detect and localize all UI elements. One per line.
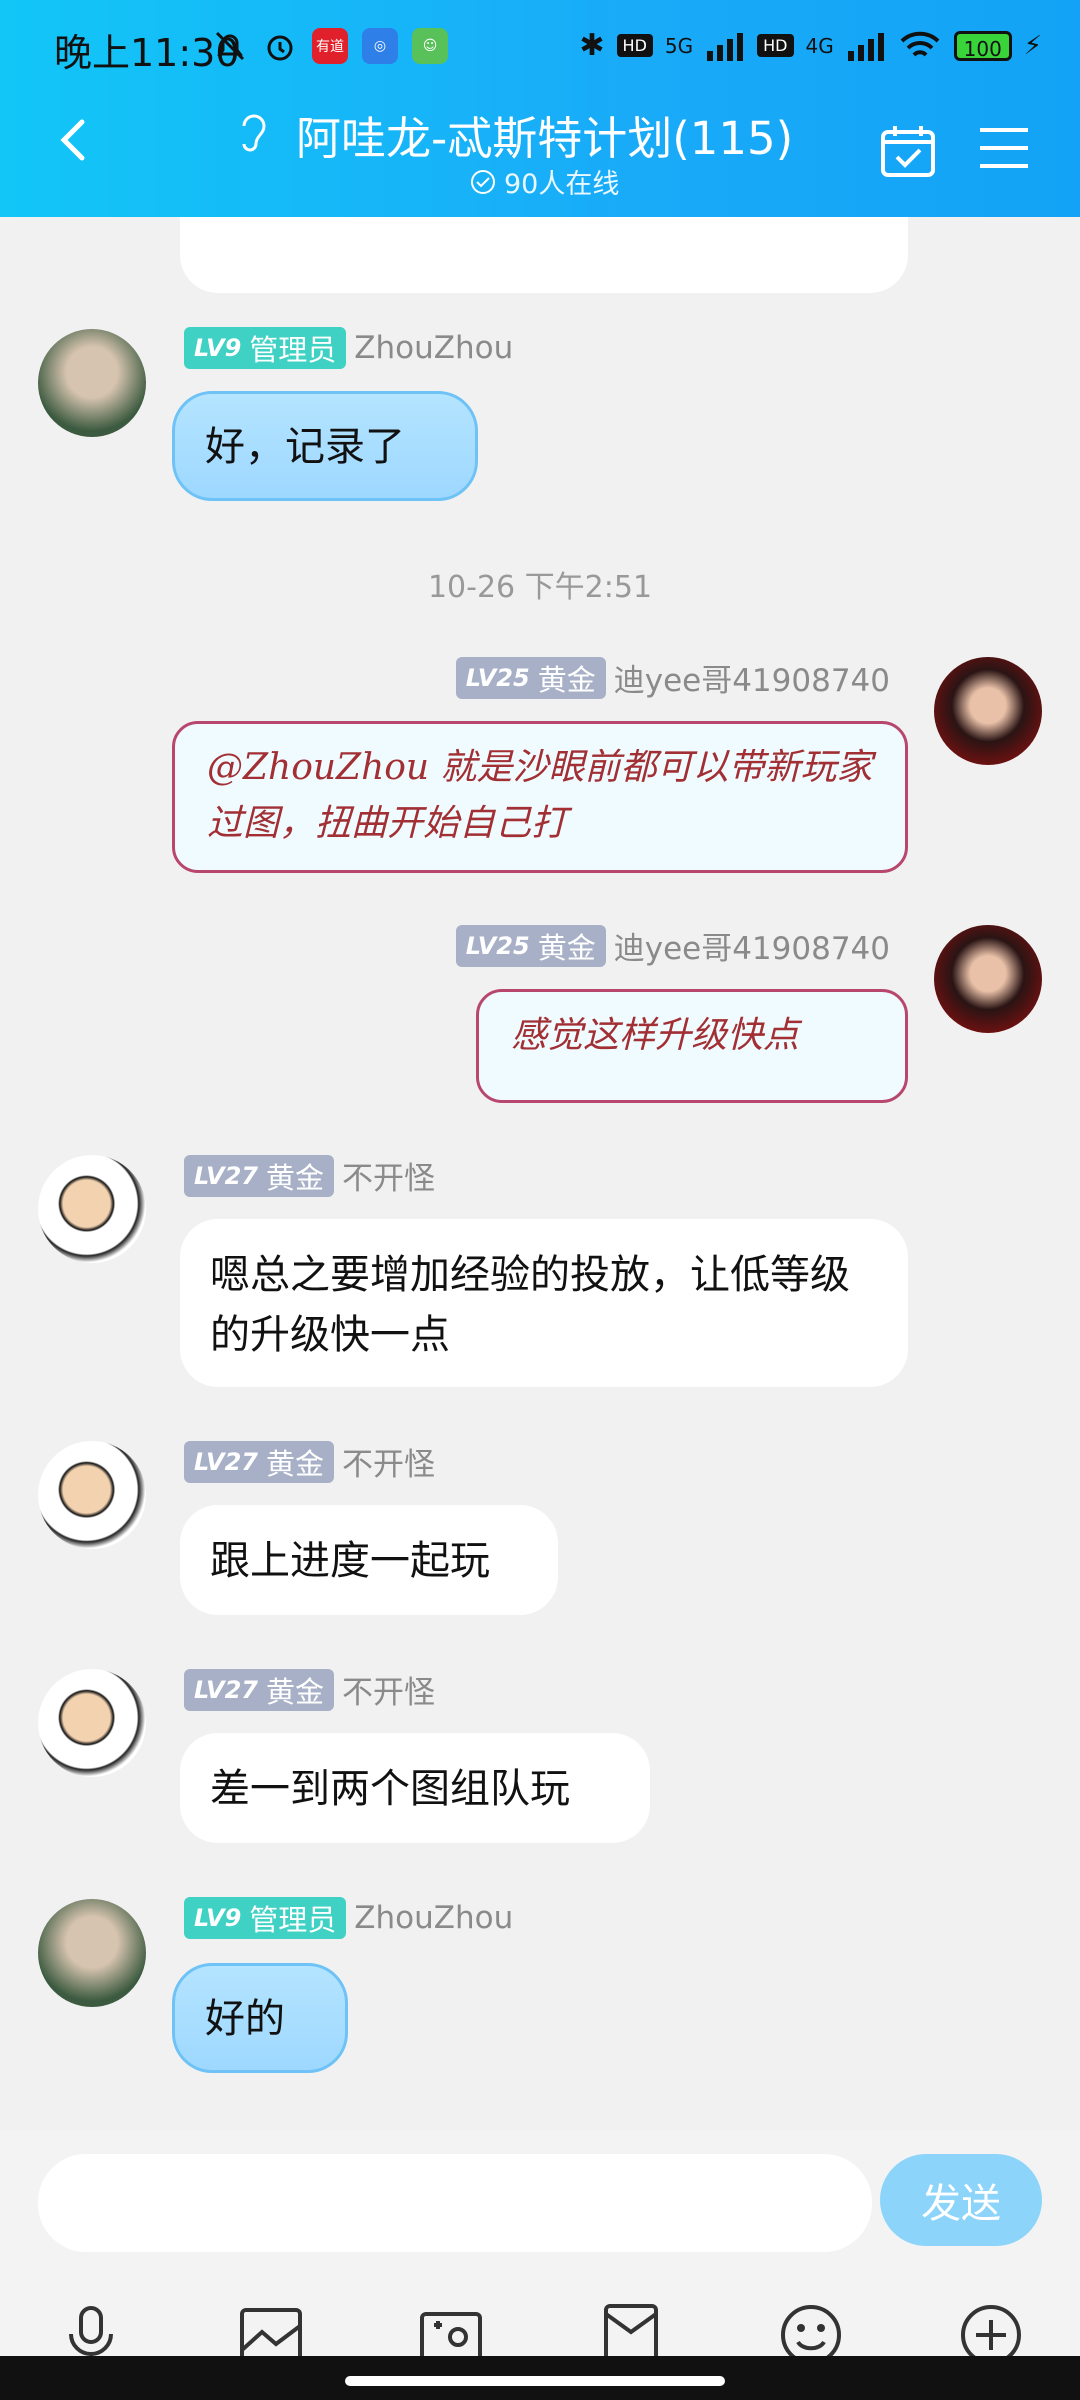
sender-row: LV25 黄金 迪yee哥41908740 [455,655,890,700]
avatar[interactable] [38,1669,146,1777]
sender-name: ZhouZhou [354,330,514,366]
wifi-icon [900,31,940,57]
chat-header: 晚上11:30 有道 ◎ ☺ ✱ HD 5G HD 4G 100 ⚡ 阿哇龙-忒… [0,0,1080,217]
message-bubble[interactable]: 好的 [172,1963,348,2073]
check-circle-icon [471,169,495,194]
online-count-text: 90人在线 [504,169,620,200]
mute-bell-icon [215,31,245,61]
level-badge: LV27 黄金 [184,1154,334,1197]
send-button[interactable]: 发送 [880,2154,1042,2246]
sender-name: 迪yee哥41908740 [613,663,890,699]
avatar[interactable] [38,1155,146,1263]
sender-name: 不开怪 [341,1447,435,1483]
message-text: 好的 [205,1996,285,2042]
sender-row: LV27 黄金 不开怪 [184,1153,435,1198]
message-bubble[interactable]: 嗯总之要增加经验的投放，让低等级的升级快一点 [180,1219,908,1387]
signal-bars-icon-2 [847,32,884,61]
message-input[interactable] [38,2154,872,2252]
signal-4g-icon: 4G [805,33,834,58]
status-right: ✱ HD 5G HD 4G 100 ⚡ [579,28,1042,63]
level-badge: LV9 管理员 [184,1897,347,1939]
sender-name: 不开怪 [341,1161,435,1197]
sender-row: LV27 黄金 不开怪 [184,1439,435,1484]
sender-row: LV9 管理员 ZhouZhou [184,1897,513,1939]
hd-icon-2: HD [757,34,794,57]
home-indicator[interactable] [345,2376,725,2386]
message-bubble[interactable]: 跟上进度一起玩 [180,1505,558,1615]
signal-bars-icon [707,32,744,61]
message-bubble[interactable]: 感觉这样升级快点 [476,989,908,1103]
sender-row: LV9 管理员 ZhouZhou [184,327,513,369]
level-badge: LV27 黄金 [184,1668,334,1711]
status-bar: 晚上11:30 有道 ◎ ☺ ✱ HD 5G HD 4G 100 ⚡ [0,0,1080,100]
message-text: 差一到两个图组队玩 [210,1766,570,1812]
avatar[interactable] [934,657,1042,765]
sender-name: 不开怪 [341,1675,435,1711]
avatar[interactable] [934,925,1042,1033]
message-text: 嗯总之要增加经验的投放，让低等级的升级快一点 [210,1252,850,1358]
back-arrow-icon[interactable] [52,118,96,162]
message-text: 好，记录了 [205,424,405,470]
avatar[interactable] [38,1899,146,2007]
message-bubble[interactable]: 差一到两个图组队玩 [180,1733,650,1843]
youdao-app-icon: 有道 [312,28,348,64]
message-text: 感觉这样升级快点 [511,1015,800,1056]
level-badge: LV9 管理员 [184,327,347,369]
sender-name: 迪yee哥41908740 [613,931,890,967]
online-count: 90人在线 [470,162,619,201]
battery-indicator: 100 [953,30,1012,61]
status-icons: 有道 ◎ ☺ [212,28,448,64]
alarm-icon [267,35,293,61]
message-bubble[interactable]: @ZhouZhou 就是沙眼前都可以带新玩家过图，扭曲开始自己打 [172,721,908,873]
message-text: 跟上进度一起玩 [210,1538,490,1584]
timestamp: 10-26 下午2:51 [427,570,653,605]
message-bubble[interactable]: 好，记录了 [172,391,478,501]
bluetooth-icon: ✱ [579,28,605,63]
group-title: 阿哇龙-忒斯特计划(115) [296,112,794,165]
message-list[interactable]: LV9 管理员 ZhouZhou 好，记录了 10-26 下午2:51 LV25 黄… [0,217,1080,2129]
message-text: @ZhouZhou 就是沙眼前都可以带新玩家过图，扭曲开始自己打 [207,747,873,844]
browser-app-icon: ◎ [362,28,398,64]
sender-name: ZhouZhou [354,1900,514,1936]
ear-icon [242,114,266,152]
sender-row: LV25 黄金 迪yee哥41908740 [455,923,890,968]
hd-icon: HD [616,34,653,57]
charging-icon: ⚡ [1023,30,1042,61]
calendar-check-icon[interactable] [880,124,936,178]
sender-row: LV27 黄金 不开怪 [184,1667,435,1712]
previous-message-bubble [180,217,908,293]
menu-icon[interactable] [978,126,1030,170]
assistant-app-icon: ☺ [412,28,448,64]
avatar[interactable] [38,1441,146,1549]
level-badge: LV25 黄金 [455,924,606,967]
level-badge: LV27 黄金 [184,1440,334,1483]
avatar[interactable] [38,329,146,437]
level-badge: LV25 黄金 [455,656,606,699]
signal-5g-icon: 5G [664,33,694,58]
